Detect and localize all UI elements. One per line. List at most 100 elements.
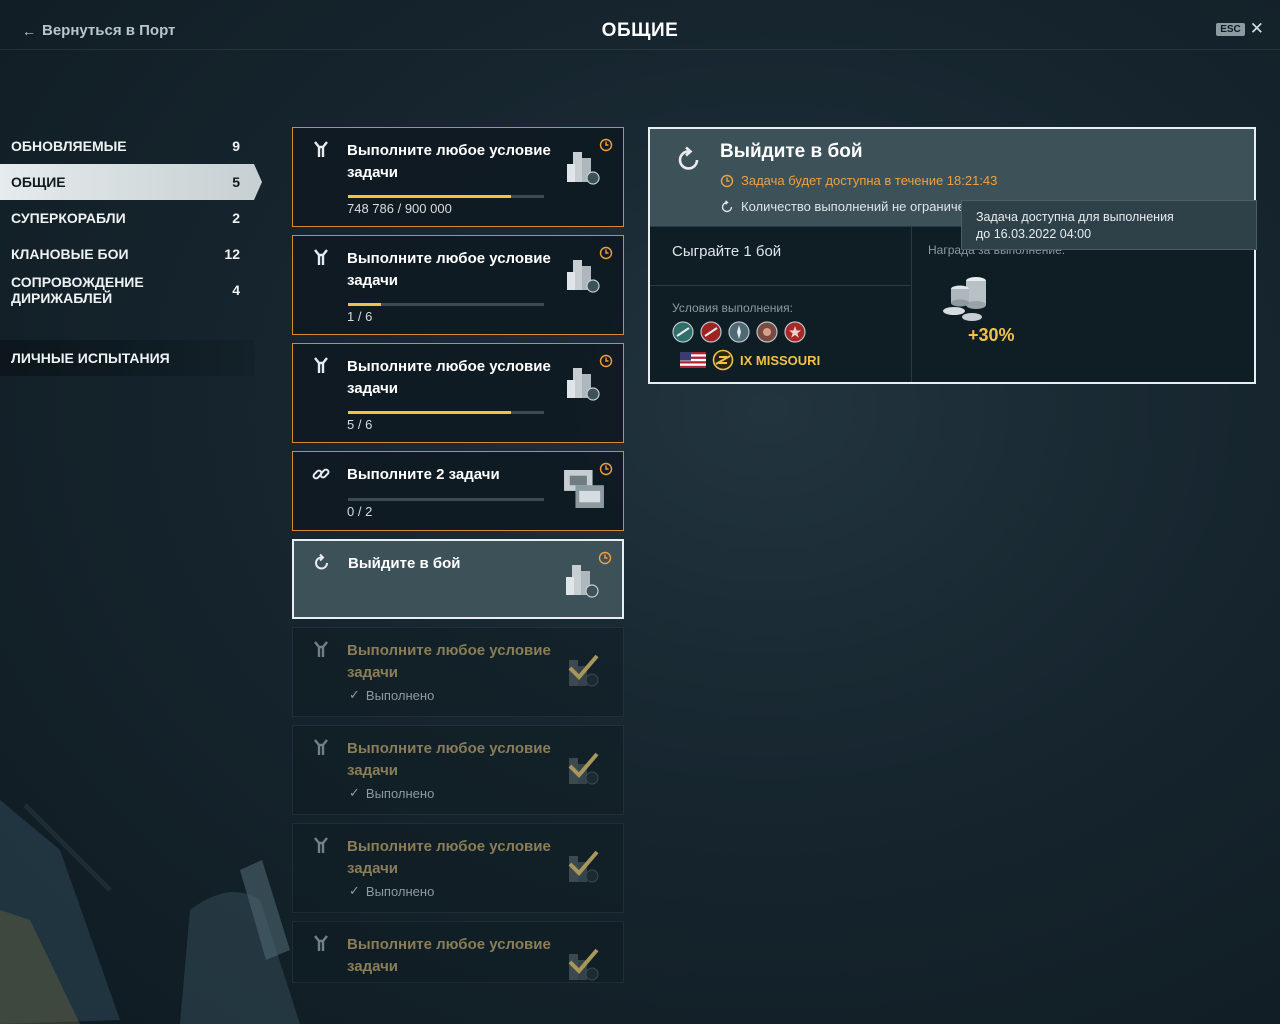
category-label: КЛАНОВЫЕ БОИ [11, 246, 129, 262]
completed-reward-icon [568, 850, 599, 883]
container-icon [564, 470, 604, 508]
task-title: Выполните любое условие задачи [347, 936, 551, 975]
task-title: Выполните любое условие задачи [347, 250, 551, 289]
category-label: ОБЩИЕ [11, 174, 66, 190]
usa-flag-icon [680, 352, 706, 368]
task-title: Выполните любое условие задачи [347, 358, 551, 397]
credits-icon [567, 368, 600, 401]
category-count: 2 [232, 210, 240, 226]
ship-name: IX MISSOURI [740, 352, 821, 368]
task-title: Выполните любое условие задачи [347, 838, 551, 877]
task-card-completed[interactable]: Выполните любое условие задачи [292, 921, 624, 983]
completion-limit: Количество выполнений не ограниче [720, 199, 965, 214]
availability-timer: Задача будет доступна в течение 18:21:43 [720, 173, 997, 188]
clock-icon [720, 174, 734, 187]
category-airship-escort[interactable]: СОПРОВОЖДЕНИЕ ДИРИЖАБЛЕЙ 4 [0, 272, 254, 308]
check-icon: ✓ [349, 883, 360, 898]
top-bar: ← Вернуться в Порт ОБЩИЕ ESC ✕ [0, 0, 1280, 50]
nation-japan-icon[interactable] [700, 321, 722, 343]
nation-icons [672, 321, 806, 343]
conditions-label: Условия выполнения: [672, 301, 793, 315]
category-count: 12 [224, 246, 240, 262]
completed-reward-icon [568, 654, 599, 687]
reward-bonus: +30% [968, 325, 1015, 345]
task-detail-panel: Выйдите в бой Задача будет доступна в те… [648, 127, 1256, 384]
check-icon: ✓ [349, 785, 360, 800]
clock-icon [599, 138, 613, 152]
task-title: Выйдите в бой [348, 555, 461, 572]
task-card[interactable]: Выполните любое условие задачи 1 / 6 [292, 235, 624, 335]
page-title: ОБЩИЕ [601, 20, 679, 41]
progress-text: 0 / 2 [347, 504, 373, 519]
category-count: 5 [232, 174, 240, 190]
task-title: Выполните любое условие задачи [347, 642, 551, 681]
esc-key-badge: ESC [1216, 22, 1245, 36]
category-superships[interactable]: СУПЕРКОРАБЛИ 2 [0, 200, 254, 236]
clock-icon [599, 246, 613, 260]
task-requirement: Сыграйте 1 бой [672, 243, 782, 260]
branch-icon [314, 935, 328, 951]
credits-coins-icon [943, 277, 986, 321]
divider [650, 285, 912, 286]
progress-text: 748 786 / 900 000 [347, 201, 452, 216]
clock-icon [599, 354, 613, 368]
progress-bar-fill [348, 303, 381, 306]
close-icon: ✕ [1249, 19, 1264, 38]
credits-icon [567, 152, 600, 185]
task-card[interactable]: Выполните любое условие задачи 748 786 /… [292, 127, 624, 227]
nation-europe-icon[interactable] [672, 321, 694, 343]
branch-icon [314, 739, 328, 755]
category-updatable[interactable]: ОБНОВЛЯЕМЫЕ 9 [0, 128, 254, 164]
task-card[interactable]: Выполните любое условие задачи 5 / 6 [292, 343, 624, 443]
tooltip-line-1: Задача доступна для выполнения [976, 210, 1174, 224]
task-title: Выполните 2 задачи [347, 466, 500, 483]
credits-icon [567, 260, 600, 293]
close-button[interactable]: ESC ✕ [1216, 19, 1264, 38]
nation-commonwealth-icon[interactable] [728, 321, 750, 343]
refresh-icon [678, 146, 699, 170]
category-label: ЛИЧНЫЕ ИСПЫТАНИЯ [11, 350, 170, 366]
branch-icon [314, 837, 328, 853]
check-icon: ✓ [349, 687, 360, 702]
task-card-completed[interactable]: Выполните любое условие задачи ✓ Выполне… [292, 725, 624, 815]
completed-status: ✓ Выполнено [349, 883, 434, 899]
completed-label: Выполнено [365, 687, 435, 703]
category-label: ОБНОВЛЯЕМЫЕ [11, 138, 127, 154]
task-card[interactable]: Выполните 2 задачи 0 / 2 [292, 451, 624, 531]
nation-ussr-icon[interactable] [784, 321, 806, 343]
completed-label: Выполнено [365, 883, 435, 899]
nation-pan-asia-icon[interactable] [756, 321, 778, 343]
task-reward-section: Награда за выполнение: +30% [912, 227, 1254, 382]
task-detail-title: Выйдите в бой [720, 141, 863, 162]
category-clan-battles[interactable]: КЛАНОВЫЕ БОИ 12 [0, 236, 254, 272]
task-conditions-section: Сыграйте 1 бой Условия выполнения: IX MI… [650, 227, 912, 382]
refresh-icon [315, 553, 328, 570]
refresh-small-icon [721, 199, 733, 212]
availability-tooltip: Задача доступна для выполнения до 16.03.… [961, 200, 1257, 250]
branch-icon [314, 357, 328, 373]
category-personal-challenges[interactable]: ЛИЧНЫЕ ИСПЫТАНИЯ [0, 340, 254, 376]
category-count: 4 [232, 282, 240, 298]
completed-label: Выполнено [365, 785, 435, 801]
premium-ship-icon [712, 349, 734, 371]
limit-text: Количество выполнений не ограниче [741, 199, 965, 214]
task-card-completed[interactable]: Выполните любое условие задачи ✓ Выполне… [292, 627, 624, 717]
completed-status: ✓ Выполнено [349, 785, 434, 801]
branch-icon [314, 249, 328, 265]
task-title: Выполните любое условие задачи [347, 142, 551, 181]
clock-icon [598, 551, 612, 565]
completed-reward-icon [568, 948, 599, 981]
task-title: Выполните любое условие задачи [347, 740, 551, 779]
progress-bar [348, 498, 544, 501]
category-label: СУПЕРКОРАБЛИ [11, 210, 126, 226]
completed-reward-icon [568, 752, 599, 785]
task-card-selected[interactable]: Выйдите в бой [292, 539, 624, 619]
task-card-completed[interactable]: Выполните любое условие задачи ✓ Выполне… [292, 823, 624, 913]
branch-icon [314, 141, 328, 157]
ship-requirement: IX MISSOURI [680, 349, 820, 371]
category-count: 9 [232, 138, 240, 154]
task-list: Выполните любое условие задачи 748 786 /… [292, 127, 624, 991]
progress-bar [348, 303, 544, 306]
progress-text: 5 / 6 [347, 417, 373, 432]
category-general[interactable]: ОБЩИЕ 5 [0, 164, 262, 200]
